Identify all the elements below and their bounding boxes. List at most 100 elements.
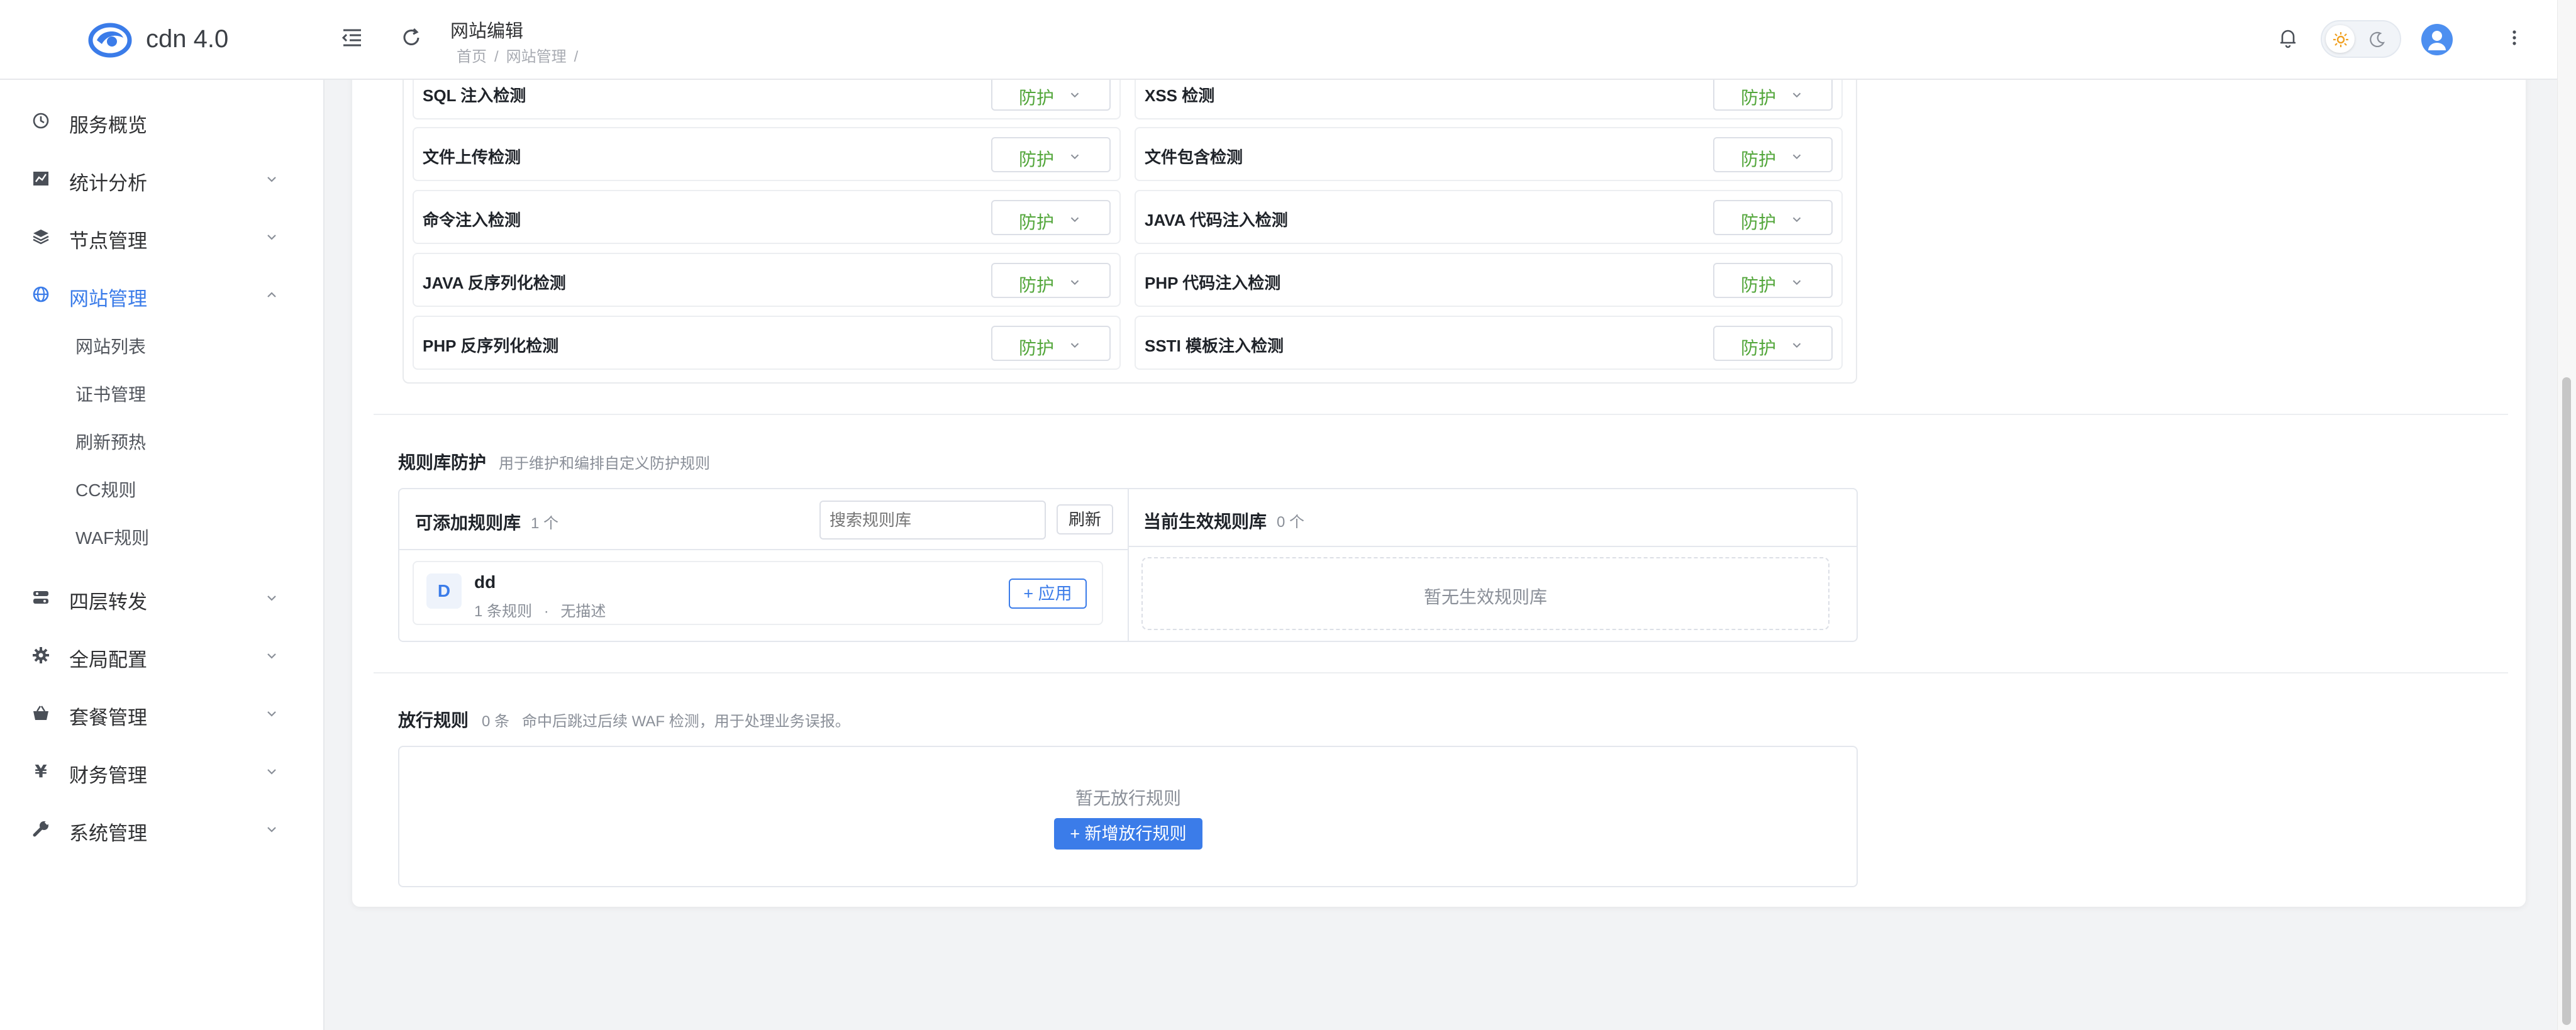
chevron-down-icon — [1792, 154, 1801, 160]
sidebar-item-statistics[interactable]: 统计分析 — [0, 153, 323, 203]
chevron-down-icon — [1070, 92, 1079, 98]
add-allow-rule-button[interactable]: + 新增放行规则 — [1054, 818, 1202, 850]
detection-mode-select[interactable]: 防护 — [1713, 137, 1833, 172]
chevron-down-icon — [1792, 217, 1801, 223]
gear-icon — [33, 647, 49, 663]
chevron-down-icon — [1070, 280, 1079, 285]
page-title: 网站编辑 — [450, 21, 524, 42]
detection-mode-select[interactable]: 防护 — [991, 200, 1111, 235]
detection-name: SQL 注入检测 — [423, 86, 526, 105]
sidebar-subitem-certificates[interactable]: 证书管理 — [75, 381, 146, 406]
allow-rules-empty-text: 暂无放行规则 — [1075, 789, 1182, 808]
user-avatar[interactable] — [2421, 24, 2453, 55]
detection-mode-select[interactable]: 防护 — [1713, 326, 1833, 361]
sidebar-item-label: 财务管理 — [69, 765, 147, 787]
sidebar-item-finance[interactable]: ¥ 财务管理 — [0, 745, 323, 795]
scrollbar-thumb[interactable] — [2562, 377, 2571, 1025]
refresh-button[interactable]: 刷新 — [1057, 504, 1113, 534]
chart-icon — [33, 172, 48, 186]
sidebar-item-overview[interactable]: 服务概览 — [0, 95, 323, 145]
sidebar-subitem-website-list[interactable]: 网站列表 — [75, 333, 146, 358]
rule-lib-title: 规则库防护 — [398, 453, 487, 472]
sidebar-item-websites[interactable]: 网站管理 — [0, 269, 323, 319]
detection-name: JAVA 反序列化检测 — [423, 274, 566, 292]
sidebar-item-label: 统计分析 — [69, 172, 147, 194]
sidebar-item-label: 套餐管理 — [69, 707, 147, 729]
basket-icon — [33, 706, 48, 720]
rule-lib-name: dd — [474, 572, 496, 592]
chevron-down-icon — [1792, 280, 1801, 285]
active-libs-empty-text: 暂无生效规则库 — [1424, 587, 1548, 607]
sidebar-item-packages[interactable]: 套餐管理 — [0, 687, 323, 738]
chevron-down-icon — [267, 827, 276, 833]
rule-lib-meta: 1 条规则 · 无描述 — [474, 599, 606, 621]
detection-row: PHP 代码注入检测 防护 — [1135, 253, 1843, 307]
detection-name: XSS 检测 — [1145, 86, 1215, 105]
detection-row: 命令注入检测 防护 — [413, 190, 1121, 244]
detection-mode-select[interactable]: 防护 — [1713, 263, 1833, 298]
yen-icon: ¥ — [35, 761, 47, 780]
detection-mode-value: 防护 — [1019, 213, 1055, 232]
detection-row: PHP 反序列化检测 防护 — [413, 316, 1121, 370]
detection-name: 命令注入检测 — [423, 211, 521, 230]
app-brand: cdn 4.0 — [146, 25, 229, 53]
sidebar-item-label: 系统管理 — [69, 822, 147, 844]
sidebar: 服务概览 统计分析 节点管理 网站管理 网站列表 证书管理 刷新预热 CC规则 … — [0, 80, 325, 1030]
sidebar-item-system[interactable]: 系统管理 — [0, 803, 323, 853]
chevron-down-icon — [1070, 217, 1079, 223]
detection-name: 文件上传检测 — [423, 148, 521, 167]
sidebar-item-label: 节点管理 — [69, 230, 147, 252]
active-libs-count: 0 个 — [1277, 514, 1305, 531]
allow-rules-description: 命中后跳过后续 WAF 检测，用于处理业务误报。 — [522, 713, 850, 730]
detection-row: 文件包含检测 防护 — [1135, 127, 1843, 181]
sidebar-subitem-waf-rules[interactable]: WAF规则 — [75, 524, 149, 550]
sidebar-item-global-config[interactable]: 全局配置 — [0, 629, 323, 680]
refresh-icon[interactable] — [399, 25, 424, 50]
detection-mode-value: 防护 — [1019, 88, 1055, 108]
detection-mode-select[interactable]: 防护 — [991, 263, 1111, 298]
rule-lib-description: 用于维护和编排自定义防护规则 — [499, 455, 710, 472]
panel-divider — [1128, 489, 1129, 641]
available-libs-title: 可添加规则库 — [415, 513, 521, 533]
allow-rules-count: 0 条 — [482, 713, 510, 730]
detection-mode-select[interactable]: 防护 — [991, 137, 1111, 172]
detection-mode-select[interactable]: 防护 — [1713, 200, 1833, 235]
detection-mode-value: 防护 — [1741, 338, 1777, 358]
section-divider — [374, 414, 2508, 415]
detection-row: JAVA 代码注入检测 防护 — [1135, 190, 1843, 244]
chevron-down-icon — [1070, 154, 1079, 160]
breadcrumb-website-manage[interactable]: 网站管理 — [506, 48, 567, 65]
chevron-down-icon — [267, 711, 276, 717]
breadcrumb-separator: / — [574, 48, 579, 65]
forward-icon — [33, 591, 48, 604]
sidebar-subitem-cc-rules[interactable]: CC规则 — [75, 477, 136, 502]
sidebar-item-label: 网站管理 — [69, 288, 147, 310]
apply-rule-lib-button[interactable]: + 应用 — [1009, 579, 1087, 609]
sidebar-item-nodes[interactable]: 节点管理 — [0, 211, 323, 261]
detection-name: 文件包含检测 — [1145, 148, 1243, 167]
detection-mode-value: 防护 — [1741, 88, 1777, 108]
layers-icon — [33, 230, 49, 245]
rule-lib-badge: D — [426, 573, 462, 609]
breadcrumb-home[interactable]: 首页 — [457, 48, 487, 65]
collapse-menu-icon[interactable] — [340, 25, 365, 50]
chevron-down-icon — [267, 177, 276, 182]
svg-text:¥: ¥ — [35, 761, 47, 780]
detection-mode-select[interactable]: 防护 — [1713, 75, 1833, 111]
detection-mode-select[interactable]: 防护 — [991, 326, 1111, 361]
globe-icon — [33, 286, 49, 302]
detection-row: SSTI 模板注入检测 防护 — [1135, 316, 1843, 370]
dashboard-icon — [33, 113, 49, 129]
detection-mode-value: 防护 — [1741, 275, 1777, 295]
more-vertical-icon[interactable] — [2502, 25, 2527, 50]
sidebar-item-l4-forward[interactable]: 四层转发 — [0, 572, 323, 622]
breadcrumb: 首页 / 网站管理 / — [457, 44, 586, 66]
sidebar-subitem-refresh-preheat[interactable]: 刷新预热 — [75, 429, 146, 454]
rule-lib-search-input[interactable] — [819, 501, 1046, 540]
theme-toggle[interactable] — [2321, 20, 2401, 58]
detection-mode-value: 防护 — [1019, 275, 1055, 295]
detection-mode-select[interactable]: 防护 — [991, 75, 1111, 111]
bell-icon[interactable] — [2275, 25, 2301, 50]
sidebar-item-label: 四层转发 — [69, 591, 147, 613]
chevron-down-icon — [267, 653, 276, 659]
